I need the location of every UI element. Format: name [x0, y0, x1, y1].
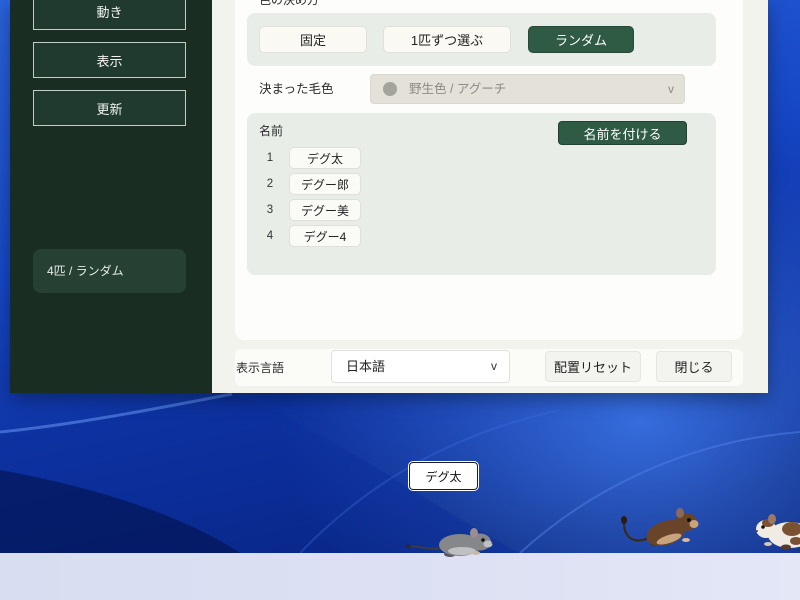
names-label: 名前 [259, 124, 284, 138]
settings-window: 動き 表示 更新 4匹 / ランダム 色の決め方 固定 1匹ずつ選ぶ ランダム … [10, 0, 768, 393]
fixed-color-value: 野生色 / アグーチ [409, 82, 507, 96]
degu-pet-pied[interactable] [752, 511, 800, 553]
chevron-down-icon: v [491, 359, 497, 373]
sidebar-button-update[interactable]: 更新 [33, 90, 186, 126]
name-index: 4 [266, 230, 274, 242]
name-field[interactable]: デグ太 [289, 147, 361, 169]
fixed-color-select[interactable]: 野生色 / アグーチ v [370, 74, 685, 104]
language-value: 日本語 [346, 359, 386, 374]
assign-names-button[interactable]: 名前を付ける [558, 121, 687, 145]
language-select[interactable]: 日本語 v [331, 350, 510, 383]
name-field[interactable]: デグー美 [289, 199, 361, 221]
chevron-down-icon: v [668, 82, 674, 96]
footer-bar: 表示言語 日本語 v 配置リセット 閉じる [235, 349, 743, 386]
name-index: 2 [266, 178, 274, 190]
color-method-each-button[interactable]: 1匹ずつ選ぶ [383, 26, 511, 53]
reset-layout-button[interactable]: 配置リセット [545, 351, 641, 382]
sidebar-button-display[interactable]: 表示 [33, 42, 186, 78]
main-content: 色の決め方 固定 1匹ずつ選ぶ ランダム 決まった毛色 野生色 / アグーチ v… [212, 0, 768, 393]
name-field[interactable]: デグー4 [289, 225, 361, 247]
fixed-color-label: 決まった毛色 [259, 82, 334, 96]
color-method-random-button[interactable]: ランダム [528, 26, 634, 53]
name-index: 1 [266, 152, 274, 164]
color-method-panel: 固定 1匹ずつ選ぶ ランダム [247, 13, 716, 66]
pet-name-tag: デグ太 [409, 462, 478, 490]
color-method-label: 色の決め方 [259, 0, 320, 7]
name-field[interactable]: デグー郎 [289, 173, 361, 195]
degu-pet-gray[interactable] [400, 523, 496, 559]
names-panel: 名前 名前を付ける 1 デグ太 2 デグー郎 3 デグー美 4 デグー4 [247, 113, 716, 275]
language-label: 表示言語 [236, 361, 285, 375]
close-button[interactable]: 閉じる [656, 351, 732, 382]
color-swatch-icon [383, 82, 397, 96]
sidebar-button-motion[interactable]: 動き [33, 0, 186, 30]
settings-card: 色の決め方 固定 1匹ずつ選ぶ ランダム 決まった毛色 野生色 / アグーチ v… [235, 0, 743, 340]
name-index: 3 [266, 204, 274, 216]
status-summary: 4匹 / ランダム [33, 249, 186, 293]
sidebar: 動き 表示 更新 4匹 / ランダム [10, 0, 212, 393]
degu-pet-brown[interactable] [614, 507, 704, 553]
taskbar [0, 553, 800, 600]
color-method-fixed-button[interactable]: 固定 [259, 26, 367, 53]
